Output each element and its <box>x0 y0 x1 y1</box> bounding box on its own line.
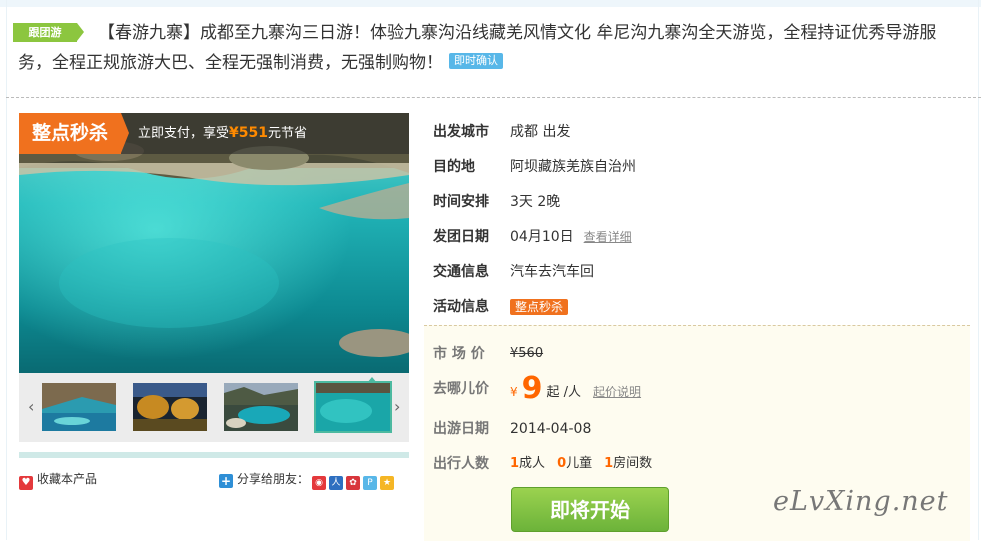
promo-text-suffix: 元节省 <box>268 126 308 141</box>
favorite-button[interactable]: ♥ 收藏本产品 <box>19 471 97 490</box>
qunar-price-label: 去哪儿价 <box>433 381 489 397</box>
share-label: 分享给朋友： <box>237 472 310 486</box>
thumbnail-4-selected[interactable] <box>314 381 392 433</box>
view-details-link[interactable]: 查看详细 <box>584 230 632 244</box>
depart-city-label: 出发城市 <box>433 124 489 140</box>
thumb-image-2 <box>133 383 207 431</box>
thumbnail-2[interactable] <box>133 383 207 431</box>
start-booking-button[interactable]: 即将开始 <box>511 487 669 532</box>
promo-currency: ¥ <box>229 125 239 141</box>
kaixin-icon[interactable]: ✿ <box>346 476 361 490</box>
schedule-value: 3天 2晚 <box>510 194 561 210</box>
thumb-image-1 <box>42 383 116 431</box>
instant-confirm-badge: 即时确认 <box>449 53 503 69</box>
depart-date-label: 发团日期 <box>433 229 489 245</box>
left-border <box>6 0 7 540</box>
thumbnail-1[interactable] <box>42 383 116 431</box>
destination-label: 目的地 <box>433 159 475 175</box>
depart-date-value-wrap: 04月10日 查看详细 <box>510 227 632 247</box>
weibo-icon[interactable]: ◉ <box>312 476 327 490</box>
price-currency: ¥ <box>510 385 518 399</box>
product-title: 【春游九寨】成都至九寨沟三日游！体验九寨沟沿线藏羌风情文化 牟尼沟九寨沟全天游览… <box>18 18 970 78</box>
site-watermark: eLvXing.net <box>773 486 949 517</box>
promo-amount: 551 <box>238 125 268 141</box>
depart-city-value: 成都 出发 <box>510 124 571 140</box>
qzone-icon[interactable]: ★ <box>380 476 395 490</box>
flash-sale-badge: 整点秒杀 <box>510 299 569 315</box>
price-value: 9 <box>521 371 543 406</box>
transport-label: 交通信息 <box>433 264 489 280</box>
thumbnail-strip: ‹ › <box>19 373 409 442</box>
promo-savings-text: 立即支付，享受¥551元节省 <box>138 113 307 154</box>
travelers-values: 1成人 0儿童 1房间数 <box>510 453 652 475</box>
rooms-count[interactable]: 1房间数 <box>604 456 652 471</box>
destination-value: 阿坝藏族羌族自治州 <box>510 159 636 175</box>
travel-date-value[interactable]: 2014-04-08 <box>510 418 591 440</box>
right-border <box>978 0 979 540</box>
pinterest-icon[interactable]: P <box>363 476 378 490</box>
renren-icon[interactable]: 人 <box>329 476 344 490</box>
depart-date-value: 04月10日 <box>510 229 574 245</box>
travel-date-label: 出游日期 <box>433 421 489 437</box>
children-count[interactable]: 0儿童 <box>557 456 592 471</box>
activity-label: 活动信息 <box>433 299 489 315</box>
flash-sale-tag: 整点秒杀 <box>19 113 129 154</box>
promo-text-prefix: 立即支付，享受 <box>138 126 230 141</box>
header-divider <box>6 97 981 98</box>
qunar-price-wrap: ¥9 起 /人 起价说明 <box>510 374 641 404</box>
adults-count[interactable]: 1成人 <box>510 456 545 471</box>
share-bar: + 分享给朋友： ◉ 人 ✿ P ★ <box>219 471 395 490</box>
activity-value-wrap: 整点秒杀 <box>510 297 569 317</box>
thumb-image-3 <box>224 383 298 431</box>
price-unit: 起 /人 <box>546 385 582 400</box>
thumb-prev-icon[interactable]: ‹ <box>28 397 34 416</box>
top-strip <box>0 0 981 7</box>
market-price-label: 市 场 价 <box>433 346 485 362</box>
market-price-value: ¥560 <box>510 346 544 361</box>
thumbnail-3[interactable] <box>224 383 298 431</box>
thumb-image-4 <box>316 383 390 431</box>
plus-icon: + <box>219 474 233 488</box>
schedule-label: 时间安排 <box>433 194 489 210</box>
transport-value: 汽车去汽车回 <box>510 264 594 280</box>
gallery-bottom-bar <box>19 452 409 458</box>
travelers-label: 出行人数 <box>433 456 489 472</box>
heart-icon: ♥ <box>19 476 33 490</box>
thumb-next-icon[interactable]: › <box>394 397 400 416</box>
price-explanation-link[interactable]: 起价说明 <box>593 385 641 399</box>
favorite-label: 收藏本产品 <box>37 472 98 486</box>
